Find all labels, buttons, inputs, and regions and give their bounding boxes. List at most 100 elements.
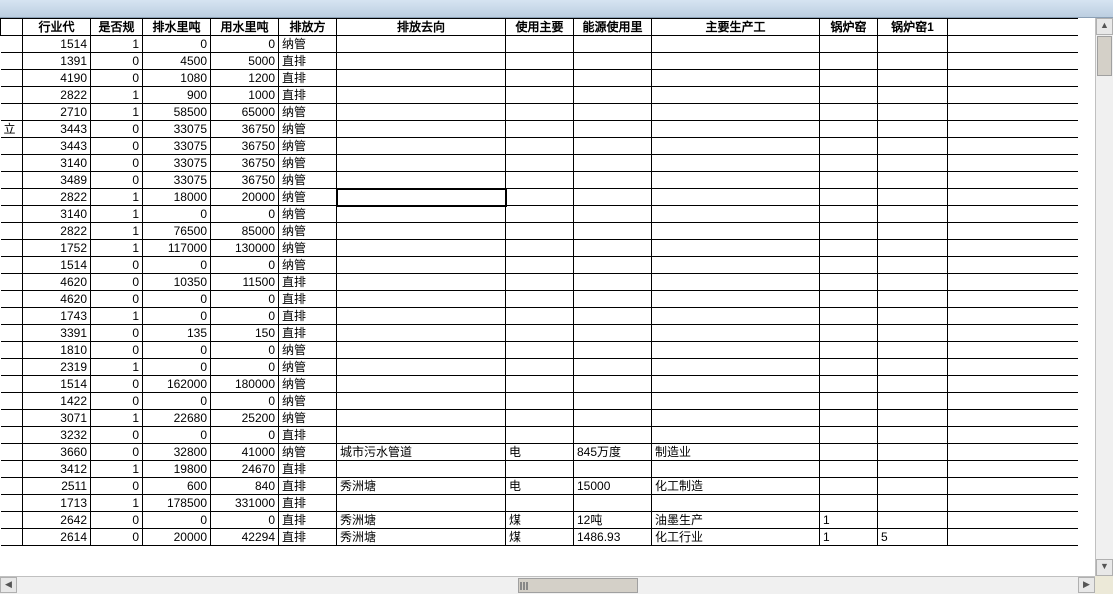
cell-j[interactable] [820,70,878,87]
cell-k[interactable] [878,70,948,87]
cell-a[interactable]: 3232 [23,427,91,444]
cell-f[interactable] [337,155,506,172]
cell-d[interactable]: 0 [211,206,279,223]
row-stub-cell[interactable] [1,240,23,257]
cell-b[interactable]: 1 [91,308,143,325]
cell-g[interactable] [506,172,574,189]
cell-b[interactable]: 0 [91,155,143,172]
cell-e[interactable]: 直排 [279,427,337,444]
header-stub[interactable] [1,19,23,36]
cell-c[interactable]: 0 [143,393,211,410]
cell-a[interactable]: 4620 [23,291,91,308]
cell-b[interactable]: 1 [91,206,143,223]
cell-i[interactable]: 化工制造 [652,478,820,495]
table-row[interactable]: 1422000纳管 [1,393,1078,410]
cell-c[interactable]: 0 [143,206,211,223]
cell-g[interactable] [506,376,574,393]
cell-d[interactable]: 11500 [211,274,279,291]
cell-extra[interactable] [948,274,1078,291]
cell-e[interactable]: 直排 [279,478,337,495]
cell-h[interactable] [574,87,652,104]
cell-f[interactable]: 城市污水管道 [337,444,506,461]
cell-j[interactable] [820,291,878,308]
row-stub-cell[interactable] [1,495,23,512]
cell-j[interactable]: 1 [820,529,878,546]
cell-j[interactable] [820,376,878,393]
cell-e[interactable]: 纳管 [279,257,337,274]
cell-k[interactable] [878,87,948,104]
cell-j[interactable] [820,427,878,444]
cell-e[interactable]: 纳管 [279,121,337,138]
cell-c[interactable]: 10350 [143,274,211,291]
cell-a[interactable]: 1752 [23,240,91,257]
cell-g[interactable]: 煤 [506,512,574,529]
table-row[interactable]: 3140100纳管 [1,206,1078,223]
cell-b[interactable]: 0 [91,257,143,274]
table-row[interactable]: 1514000纳管 [1,257,1078,274]
cell-h[interactable] [574,359,652,376]
cell-k[interactable] [878,257,948,274]
cell-j[interactable] [820,461,878,478]
row-stub-cell[interactable] [1,512,23,529]
cell-c[interactable]: 4500 [143,53,211,70]
cell-h[interactable] [574,189,652,206]
table-row[interactable]: 314003307536750纳管 [1,155,1078,172]
cell-d[interactable]: 41000 [211,444,279,461]
cell-g[interactable] [506,291,574,308]
table-row[interactable]: 282219001000直排 [1,87,1078,104]
cell-b[interactable]: 1 [91,495,143,512]
header-industry-code[interactable]: 行业代 [23,19,91,36]
cell-f[interactable] [337,121,506,138]
cell-f[interactable] [337,189,506,206]
cell-i[interactable] [652,138,820,155]
cell-i[interactable] [652,257,820,274]
cell-g[interactable] [506,359,574,376]
cell-i[interactable] [652,325,820,342]
cell-a[interactable]: 1422 [23,393,91,410]
cell-k[interactable] [878,291,948,308]
table-row[interactable]: 1810000纳管 [1,342,1078,359]
cell-a[interactable]: 3140 [23,206,91,223]
cell-k[interactable] [878,376,948,393]
header-extra[interactable] [948,19,1078,36]
cell-i[interactable] [652,87,820,104]
cell-h[interactable] [574,155,652,172]
cell-e[interactable]: 纳管 [279,359,337,376]
cell-c[interactable]: 20000 [143,529,211,546]
cell-c[interactable]: 600 [143,478,211,495]
cell-d[interactable]: 331000 [211,495,279,512]
cell-c[interactable]: 900 [143,87,211,104]
cell-k[interactable] [878,189,948,206]
cell-h[interactable] [574,495,652,512]
cell-b[interactable]: 0 [91,138,143,155]
cell-j[interactable]: 1 [820,512,878,529]
table-row[interactable]: 4190010801200直排 [1,70,1078,87]
cell-h[interactable]: 12吨 [574,512,652,529]
cell-c[interactable]: 0 [143,308,211,325]
cell-f[interactable] [337,87,506,104]
cell-k[interactable] [878,359,948,376]
cell-e[interactable]: 直排 [279,512,337,529]
cell-g[interactable] [506,495,574,512]
cell-e[interactable]: 纳管 [279,223,337,240]
table-row[interactable]: 1514100纳管 [1,36,1078,53]
row-stub-cell[interactable] [1,206,23,223]
cell-k[interactable] [878,308,948,325]
cell-g[interactable] [506,342,574,359]
header-is-regulated[interactable]: 是否规 [91,19,143,36]
cell-d[interactable]: 0 [211,36,279,53]
cell-i[interactable] [652,189,820,206]
cell-c[interactable]: 58500 [143,104,211,121]
cell-extra[interactable] [948,121,1078,138]
cell-f[interactable] [337,325,506,342]
cell-c[interactable]: 18000 [143,189,211,206]
row-stub-cell[interactable] [1,359,23,376]
cell-k[interactable] [878,53,948,70]
cell-a[interactable]: 3071 [23,410,91,427]
scroll-right-icon[interactable]: ▶ [1078,577,1095,593]
cell-b[interactable]: 0 [91,376,143,393]
cell-d[interactable]: 0 [211,308,279,325]
cell-a[interactable]: 2511 [23,478,91,495]
cell-d[interactable]: 36750 [211,172,279,189]
cell-k[interactable] [878,172,948,189]
